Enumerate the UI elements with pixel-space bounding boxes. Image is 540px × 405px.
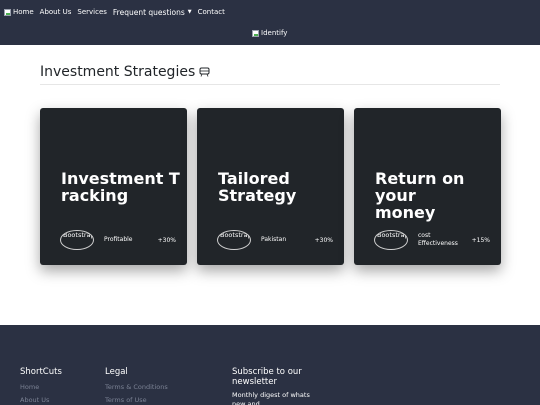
- nav-about-label: About Us: [39, 8, 72, 16]
- card-title: Investment Tracking: [61, 169, 180, 205]
- card-footer: Bootstrap Pakistan +30%: [217, 229, 333, 251]
- avatar: Bootstrap: [374, 230, 408, 250]
- section-title-text: Investment Strategies: [40, 64, 196, 80]
- stat-value: +30%: [314, 236, 333, 244]
- stat-value: +15%: [471, 236, 490, 244]
- nav-faq-label: Frequent questions: [112, 7, 185, 17]
- brand-label: Identify: [261, 29, 288, 37]
- card-footer: Bootstrap cost Effectiveness +15%: [374, 229, 490, 251]
- card-return-on-money[interactable]: Return on your money Bootstrap cost Effe…: [354, 108, 501, 265]
- section-divider: [40, 84, 500, 85]
- avatar: Bootstrap: [217, 230, 251, 250]
- nav-faq-dropdown[interactable]: Frequent questions ▼: [113, 8, 192, 17]
- nav-about[interactable]: About Us: [40, 8, 72, 16]
- card-investment-tracking[interactable]: Investment Tracking Bootstrap Profitable…: [40, 108, 187, 265]
- train-icon: [199, 67, 210, 77]
- nav-home[interactable]: Home: [4, 8, 34, 16]
- card-tailored-strategy[interactable]: Tailored Strategy Bootstrap Pakistan +30…: [197, 108, 344, 265]
- footer-link-home[interactable]: Home: [20, 381, 62, 394]
- brand-logo[interactable]: Identify: [252, 29, 287, 37]
- nav-menu: Home About Us Services Frequent question…: [4, 6, 231, 18]
- nav-contact-label: Contact: [197, 8, 225, 16]
- footer-link-terms-of-use[interactable]: Terms of Use: [105, 394, 168, 405]
- stat-label: Pakistan: [261, 236, 287, 243]
- avatar: Bootstrap: [60, 230, 94, 250]
- nav-services[interactable]: Services: [77, 8, 107, 16]
- top-navbar: Home About Us Services Frequent question…: [0, 0, 540, 45]
- stat-label: cost Effectiveness: [418, 232, 458, 247]
- footer-subscribe-heading: Subscribe to our newsletter: [232, 367, 302, 387]
- footer-shortcuts-heading: ShortCuts: [20, 367, 62, 377]
- brand-image-icon: [252, 29, 259, 37]
- footer-link-about[interactable]: About Us: [20, 394, 62, 405]
- section-title: Investment Strategies: [40, 64, 210, 80]
- home-image-icon: [4, 8, 11, 16]
- card-footer: Bootstrap Profitable +30%: [60, 229, 176, 251]
- footer-legal: Legal Terms & Conditions Terms of Use: [105, 367, 168, 405]
- nav-home-label: Home: [13, 8, 34, 16]
- caret-down-icon: ▼: [187, 9, 192, 15]
- nav-contact[interactable]: Contact: [198, 8, 225, 16]
- stat-label: Profitable: [104, 236, 133, 243]
- footer-subscribe: Subscribe to our newsletter Monthly dige…: [232, 367, 322, 405]
- site-footer: ShortCuts Home About Us Legal Terms & Co…: [0, 325, 540, 405]
- stat-value: +30%: [157, 236, 176, 244]
- footer-shortcuts: ShortCuts Home About Us: [20, 367, 62, 405]
- card-title: Tailored Strategy: [218, 169, 297, 205]
- footer-link-terms-conditions[interactable]: Terms & Conditions: [105, 381, 168, 394]
- card-title: Return on your money: [375, 169, 465, 222]
- nav-services-label: Services: [77, 8, 107, 16]
- footer-legal-heading: Legal: [105, 367, 128, 377]
- footer-subscribe-text: Monthly digest of whats new and: [232, 391, 310, 405]
